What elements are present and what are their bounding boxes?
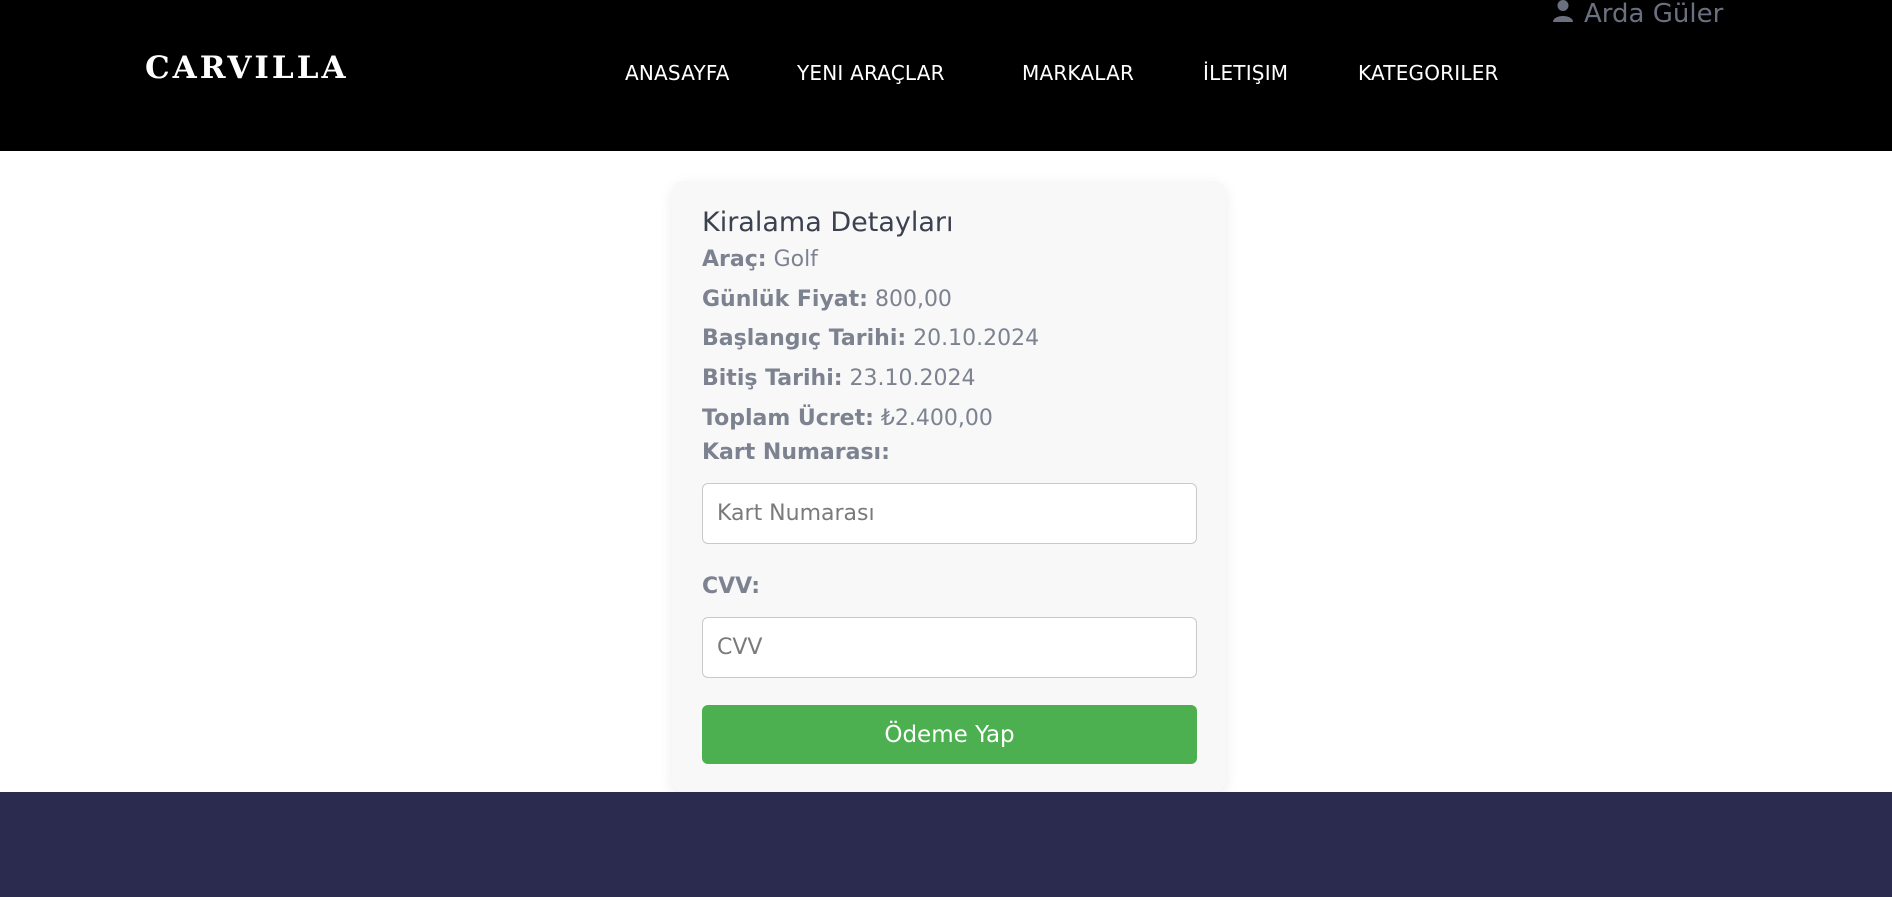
detail-row-vehicle: Araç: Golf <box>702 247 818 272</box>
detail-label: Bitiş Tarihi: <box>702 366 843 391</box>
user-name: Arda Güler <box>1584 0 1724 29</box>
detail-label: Araç: <box>702 247 767 272</box>
nav-item-kategoriler[interactable]: KATEGORILER <box>1358 61 1499 85</box>
detail-value: 800,00 <box>874 287 952 312</box>
detail-value: 20.10.2024 <box>913 326 1040 351</box>
detail-row-total-price: Toplam Ücret: ₺2.400,00 <box>702 406 993 431</box>
detail-label: Toplam Ücret: <box>702 406 874 431</box>
rental-details-card: Kiralama Detayları Araç: Golf Günlük Fiy… <box>672 181 1226 792</box>
detail-value: Golf <box>773 247 818 272</box>
brand-logo[interactable]: CARVILLA <box>145 50 349 86</box>
detail-row-end-date: Bitiş Tarihi: 23.10.2024 <box>702 366 976 391</box>
user-icon <box>1552 0 1574 30</box>
nav-item-yeni-araclar[interactable]: YENI ARAÇLAR <box>797 61 945 85</box>
nav-item-iletisim[interactable]: İLETIŞIM <box>1203 61 1288 85</box>
cvv-label: CVV: <box>702 574 761 599</box>
card-number-label: Kart Numarası: <box>702 440 890 465</box>
detail-label: Günlük Fiyat: <box>702 287 868 312</box>
detail-value: 23.10.2024 <box>849 366 976 391</box>
detail-row-start-date: Başlangıç Tarihi: 20.10.2024 <box>702 326 1039 351</box>
nav-item-markalar[interactable]: MARKALAR <box>1022 61 1134 85</box>
card-number-input[interactable] <box>702 483 1197 544</box>
site-header: CARVILLA ANASAYFA YENI ARAÇLAR MARKALAR … <box>0 0 1892 151</box>
nav-item-anasayfa[interactable]: ANASAYFA <box>625 61 730 85</box>
cvv-input[interactable] <box>702 617 1197 678</box>
detail-row-daily-price: Günlük Fiyat: 800,00 <box>702 287 952 312</box>
pay-button[interactable]: Ödeme Yap <box>702 705 1197 764</box>
site-footer <box>0 792 1892 897</box>
detail-value: ₺2.400,00 <box>880 406 993 431</box>
card-title: Kiralama Detayları <box>702 207 954 238</box>
user-menu[interactable]: Arda Güler <box>1552 0 1724 30</box>
detail-label: Başlangıç Tarihi: <box>702 326 907 351</box>
